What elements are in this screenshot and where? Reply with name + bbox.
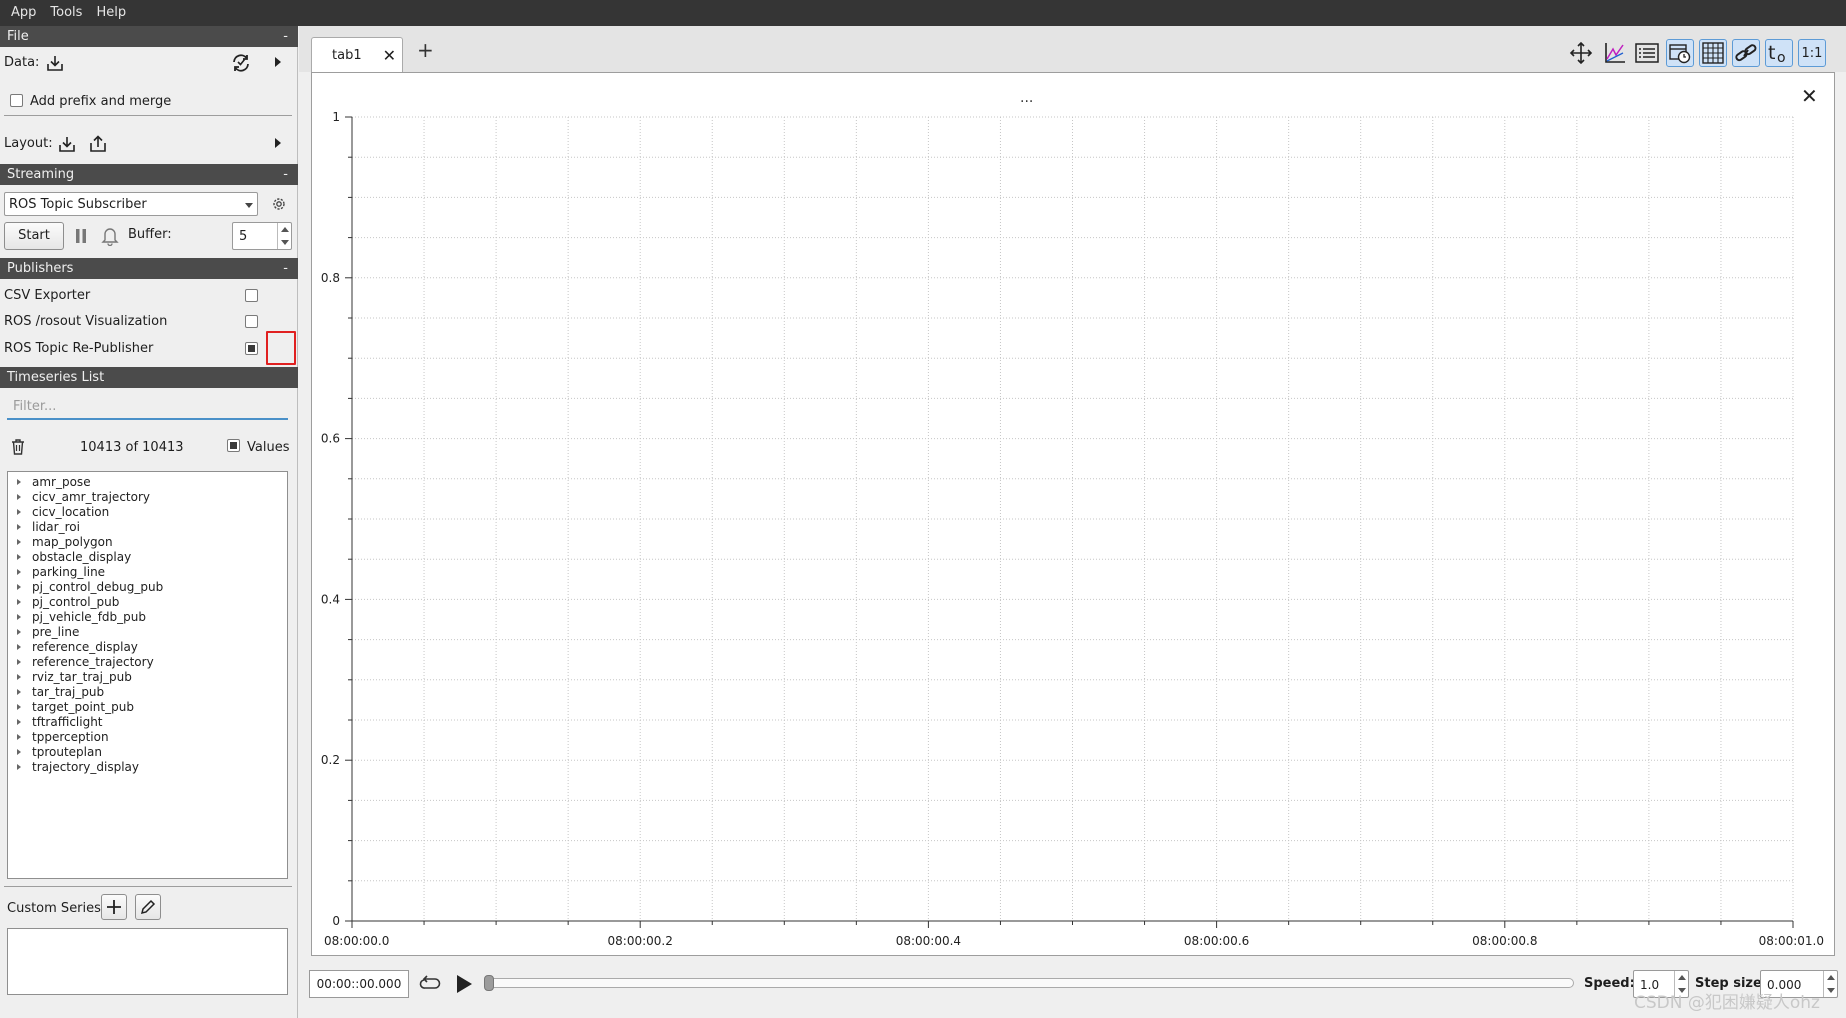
spin-up-icon[interactable] [1827,975,1835,980]
x-tick-label: 08:00:00.8 [1472,934,1537,948]
y-tick-label: 0.2 [321,753,340,767]
loop-icon[interactable] [418,972,442,996]
spin-down-icon[interactable] [1827,988,1835,993]
time-display-input[interactable]: 00:00::00.000 [309,970,409,998]
x-tick-label: 08:00:00.4 [896,934,961,948]
spin-up-icon[interactable] [1678,975,1686,980]
play-icon[interactable] [452,972,476,996]
x-tick-label: 08:00:01.0 [1759,934,1824,948]
step-spin-arrows[interactable] [1823,971,1837,997]
plot-grid [351,116,1794,922]
speed-label: Speed: [1584,976,1635,991]
x-tick-label: 08:00:00.6 [1184,934,1249,948]
time-slider-handle[interactable] [484,975,494,991]
y-tick-label: 0.4 [321,592,340,606]
x-tick-label: 08:00:00.2 [608,934,673,948]
watermark-text: CSDN @犯困嫌疑人ohz [1634,993,1820,1013]
y-tick-label: 0 [332,914,340,928]
y-tick-label: 0.8 [321,271,340,285]
plotjuggler-window: App Tools Help File - Data: Add prefix a… [0,0,1846,1018]
x-tick-label: 08:00:00.0 [324,934,389,948]
y-tick-label: 1 [332,110,340,124]
time-slider-track[interactable] [486,978,1574,988]
plot-canvas: 0 0.2 0.4 0.6 0.8 1 08:00:00.0 08:00:00.2 08:00:… [321,110,1824,948]
y-tick-label: 0.6 [321,432,340,446]
